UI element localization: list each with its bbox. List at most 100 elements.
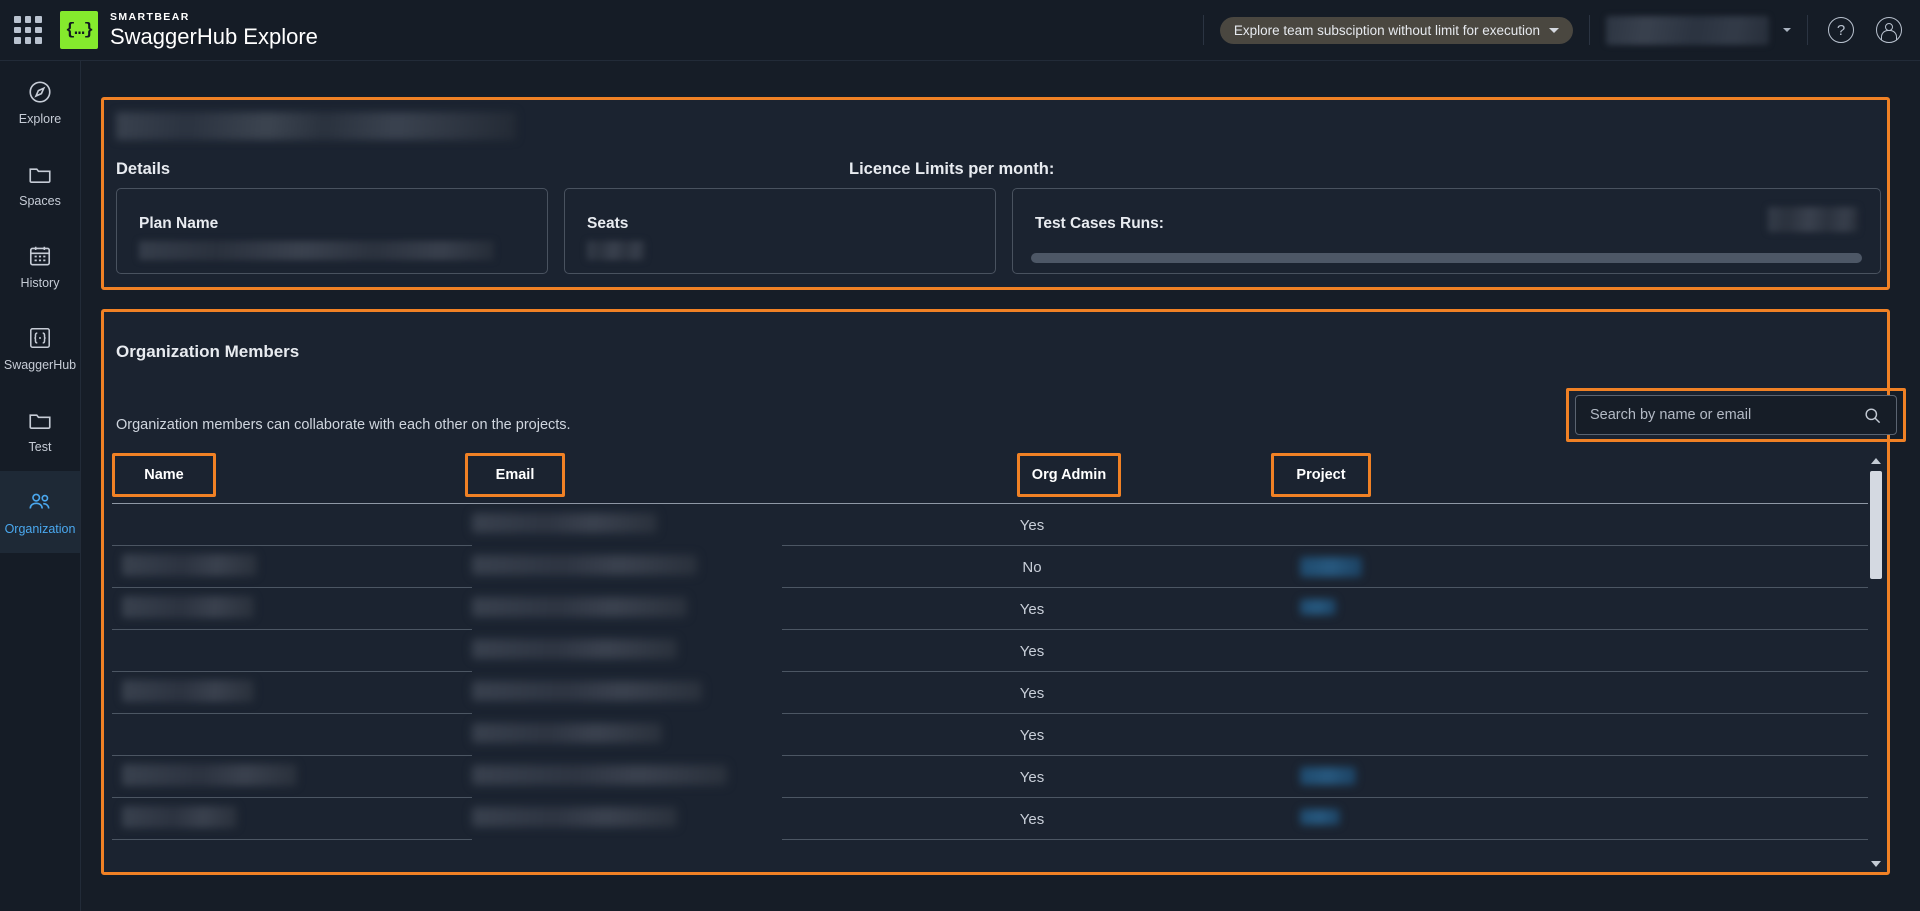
member-email-redacted bbox=[472, 555, 697, 575]
cell-email bbox=[472, 798, 782, 840]
compass-icon bbox=[27, 79, 53, 105]
main-content: Details Licence Limits per month: Plan N… bbox=[81, 61, 1920, 911]
apps-grid-icon[interactable] bbox=[14, 16, 42, 44]
plan-name-label: Plan Name bbox=[139, 215, 218, 233]
cell-name bbox=[112, 504, 357, 546]
plan-name-value-redacted bbox=[139, 241, 494, 260]
project-badge-redacted bbox=[1300, 767, 1356, 785]
sidebar-item-label: Explore bbox=[19, 112, 61, 126]
sidebar-item-label: Spaces bbox=[19, 194, 61, 208]
member-name-redacted bbox=[122, 806, 237, 828]
cell-name bbox=[112, 630, 357, 672]
test-cases-runs-progress bbox=[1031, 253, 1862, 263]
member-name-redacted bbox=[122, 596, 254, 618]
table-row[interactable]: Yes bbox=[107, 588, 1890, 630]
org-admin-value: Yes bbox=[782, 714, 1282, 756]
top-bar: {…} SMARTBEAR SwaggerHub Explore Explore… bbox=[0, 0, 1920, 61]
cell-name-continued bbox=[357, 756, 472, 798]
test-cases-runs-label: Test Cases Runs: bbox=[1035, 215, 1164, 233]
sidebar-item-label: Organization bbox=[5, 522, 76, 536]
cell-email bbox=[472, 588, 782, 630]
help-icon[interactable]: ? bbox=[1828, 17, 1854, 43]
cell-email bbox=[472, 504, 782, 546]
members-table: Name Email Org Admin Project YesNoYesYes… bbox=[107, 453, 1890, 872]
cell-org-admin: Yes bbox=[782, 798, 1282, 840]
cell-divider bbox=[357, 839, 472, 840]
column-header-name[interactable]: Name bbox=[112, 453, 216, 497]
sidebar-item-explore[interactable]: Explore bbox=[0, 61, 80, 143]
table-row[interactable]: Yes bbox=[107, 504, 1890, 546]
organization-members-description: Organization members can collaborate wit… bbox=[116, 417, 571, 433]
account-circle-icon[interactable] bbox=[1876, 17, 1902, 43]
licence-limits-heading: Licence Limits per month: bbox=[849, 160, 1054, 179]
column-header-email[interactable]: Email bbox=[465, 453, 565, 497]
cell-project bbox=[1282, 504, 1882, 546]
details-panel: Details Licence Limits per month: Plan N… bbox=[101, 97, 1890, 290]
cell-project bbox=[1282, 630, 1882, 672]
table-row[interactable]: Yes bbox=[107, 672, 1890, 714]
project-badge-redacted bbox=[1300, 599, 1336, 615]
member-name-redacted bbox=[122, 680, 254, 702]
search-input[interactable] bbox=[1590, 407, 1863, 423]
table-scrollbar[interactable] bbox=[1868, 453, 1884, 872]
folder-icon bbox=[27, 161, 53, 187]
caret-down-icon[interactable] bbox=[1871, 859, 1881, 869]
organization-selector-value bbox=[1606, 16, 1769, 45]
brand-product-name: SwaggerHub Explore bbox=[110, 25, 318, 48]
details-heading: Details bbox=[116, 160, 170, 179]
seats-card: Seats bbox=[564, 188, 996, 274]
cell-email bbox=[472, 630, 782, 672]
search-icon[interactable] bbox=[1863, 406, 1882, 425]
member-name-redacted bbox=[122, 554, 257, 576]
member-email-redacted bbox=[472, 681, 702, 701]
cell-org-admin: Yes bbox=[782, 504, 1282, 546]
cell-name-continued bbox=[357, 630, 472, 672]
table-row[interactable]: Yes bbox=[107, 714, 1890, 756]
search-box[interactable] bbox=[1575, 395, 1897, 435]
column-header-project[interactable]: Project bbox=[1271, 453, 1371, 497]
calendar-icon bbox=[27, 243, 53, 269]
org-admin-value: Yes bbox=[782, 756, 1282, 798]
organization-selector[interactable] bbox=[1606, 16, 1791, 45]
sidebar-item-history[interactable]: History bbox=[0, 225, 80, 307]
member-email-redacted bbox=[472, 765, 727, 785]
sidebar-item-spaces[interactable]: Spaces bbox=[0, 143, 80, 225]
divider bbox=[1807, 15, 1808, 45]
table-row[interactable]: Yes bbox=[107, 798, 1890, 840]
member-email-redacted bbox=[472, 597, 687, 617]
caret-up-icon[interactable] bbox=[1871, 456, 1881, 466]
cell-name-continued bbox=[357, 672, 472, 714]
project-badge-redacted bbox=[1300, 557, 1362, 577]
table-row[interactable]: Yes bbox=[107, 756, 1890, 798]
org-admin-value: Yes bbox=[782, 504, 1282, 546]
cell-name-continued bbox=[357, 714, 472, 756]
sidebar-item-test[interactable]: Test bbox=[0, 389, 80, 471]
sidebar-item-swaggerhub[interactable]: SwaggerHub bbox=[0, 307, 80, 389]
chevron-down-icon bbox=[1549, 28, 1559, 33]
sidebar-item-organization[interactable]: Organization bbox=[0, 471, 80, 553]
braces-icon bbox=[27, 325, 53, 351]
cell-org-admin: Yes bbox=[782, 630, 1282, 672]
people-icon bbox=[27, 489, 53, 515]
cell-divider bbox=[1282, 839, 1882, 840]
scrollbar-thumb[interactable] bbox=[1870, 471, 1882, 579]
test-cases-runs-value-redacted bbox=[1768, 207, 1858, 232]
cell-name bbox=[112, 756, 357, 798]
table-row[interactable]: No bbox=[107, 546, 1890, 588]
sidebar: Explore Spaces History bbox=[0, 61, 81, 911]
cell-org-admin: Yes bbox=[782, 756, 1282, 798]
brand-superlabel: SMARTBEAR bbox=[110, 12, 318, 23]
table-row[interactable]: Yes bbox=[107, 630, 1890, 672]
seats-label: Seats bbox=[587, 215, 628, 233]
subscription-selector[interactable]: Explore team subsciption without limit f… bbox=[1220, 17, 1573, 44]
cell-email bbox=[472, 756, 782, 798]
org-admin-value: Yes bbox=[782, 672, 1282, 714]
brand-logo[interactable]: {…} SMARTBEAR SwaggerHub Explore bbox=[60, 11, 318, 49]
table-header-row: Name Email Org Admin Project bbox=[107, 453, 1890, 497]
cell-divider bbox=[112, 839, 357, 840]
column-header-org-admin[interactable]: Org Admin bbox=[1017, 453, 1121, 497]
member-email-redacted bbox=[472, 513, 657, 533]
member-email-redacted bbox=[472, 807, 677, 827]
cell-email bbox=[472, 714, 782, 756]
organization-members-heading: Organization Members bbox=[116, 342, 299, 362]
